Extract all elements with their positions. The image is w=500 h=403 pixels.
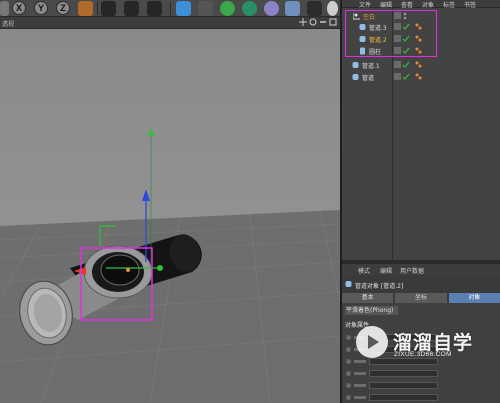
object-name[interactable]: 管道.1: [362, 61, 380, 70]
visibility-flags[interactable]: [394, 73, 410, 81]
watermark-logo-icon: [356, 326, 388, 358]
y-axis-lock-button[interactable]: Y: [34, 1, 48, 15]
viewport-nav-icons: [299, 18, 337, 26]
camera-icon[interactable]: [307, 1, 322, 16]
object-name[interactable]: 管道: [362, 73, 374, 82]
object-row-tube[interactable]: 管道: [342, 72, 500, 82]
pen-spline-icon[interactable]: [198, 1, 213, 16]
watermark-url: ZIXUE.3D66.COM: [394, 351, 452, 358]
render-settings-icon[interactable]: [147, 1, 162, 16]
material-tag-icon[interactable]: [414, 73, 426, 81]
zoom-view-icon[interactable]: [319, 18, 327, 26]
menu-edit[interactable]: 编辑: [380, 266, 392, 275]
viewport-label: 透视: [2, 21, 15, 28]
tool-partial-icon[interactable]: [0, 1, 9, 16]
menu-mode[interactable]: 模式: [358, 266, 370, 275]
render-picture-viewer-icon[interactable]: [124, 1, 139, 16]
3d-viewport[interactable]: [0, 29, 340, 403]
rotate-view-icon[interactable]: [309, 18, 317, 26]
main-toolbar: X Y Z: [0, 0, 340, 17]
attribute-field[interactable]: [346, 369, 438, 378]
maximize-view-icon[interactable]: [329, 18, 337, 26]
visibility-flags[interactable]: [394, 61, 410, 69]
viewport-header: 透视: [0, 17, 340, 29]
tube-icon: [352, 61, 359, 69]
cloner-icon[interactable]: [242, 1, 257, 16]
tube-icon: [345, 280, 352, 290]
toolbar-separator: [97, 2, 98, 15]
attribute-field[interactable]: [346, 381, 438, 390]
attribute-manager-menubar: 模式 编辑 用户数据: [342, 264, 500, 275]
coordinate-system-icon[interactable]: [78, 1, 93, 16]
watermark: 溜溜自学 ZIXUE.3D66.COM: [350, 318, 500, 368]
deformer-icon[interactable]: [264, 1, 279, 16]
toolbar-separator: [170, 2, 171, 15]
tab-coordinates[interactable]: 坐标: [395, 293, 447, 303]
attribute-field[interactable]: [346, 393, 438, 402]
floor-grid-icon[interactable]: [285, 1, 300, 16]
object-manager-menubar: 文件 编辑 查看 对象 标签 书签: [342, 0, 500, 9]
attribute-title-bar: 管道对象 [管道.2]: [342, 278, 500, 290]
render-view-icon[interactable]: [101, 1, 116, 16]
menu-user-data[interactable]: 用户数据: [400, 266, 424, 275]
move-view-icon[interactable]: [299, 18, 307, 26]
tab-basic[interactable]: 基本: [342, 293, 394, 303]
attribute-tabs: 基本 坐标 对象: [342, 293, 500, 303]
tube-icon: [352, 73, 359, 81]
subdivision-icon[interactable]: [220, 1, 235, 16]
phong-button[interactable]: 平滑着色(Phong): [345, 306, 398, 315]
light-bulb-icon[interactable]: [327, 1, 338, 16]
selection-highlight-object-manager: [345, 10, 437, 57]
attribute-title: 管道对象 [管道.2]: [355, 283, 404, 290]
x-axis-lock-button[interactable]: X: [12, 1, 26, 15]
material-tag-icon[interactable]: [414, 61, 426, 69]
cube-icon[interactable]: [176, 1, 191, 16]
viewport-scene: [0, 128, 340, 403]
tab-object[interactable]: 对象: [448, 293, 500, 303]
object-row-tube-1[interactable]: 管道.1: [342, 60, 500, 70]
z-axis-lock-button[interactable]: Z: [56, 1, 70, 15]
